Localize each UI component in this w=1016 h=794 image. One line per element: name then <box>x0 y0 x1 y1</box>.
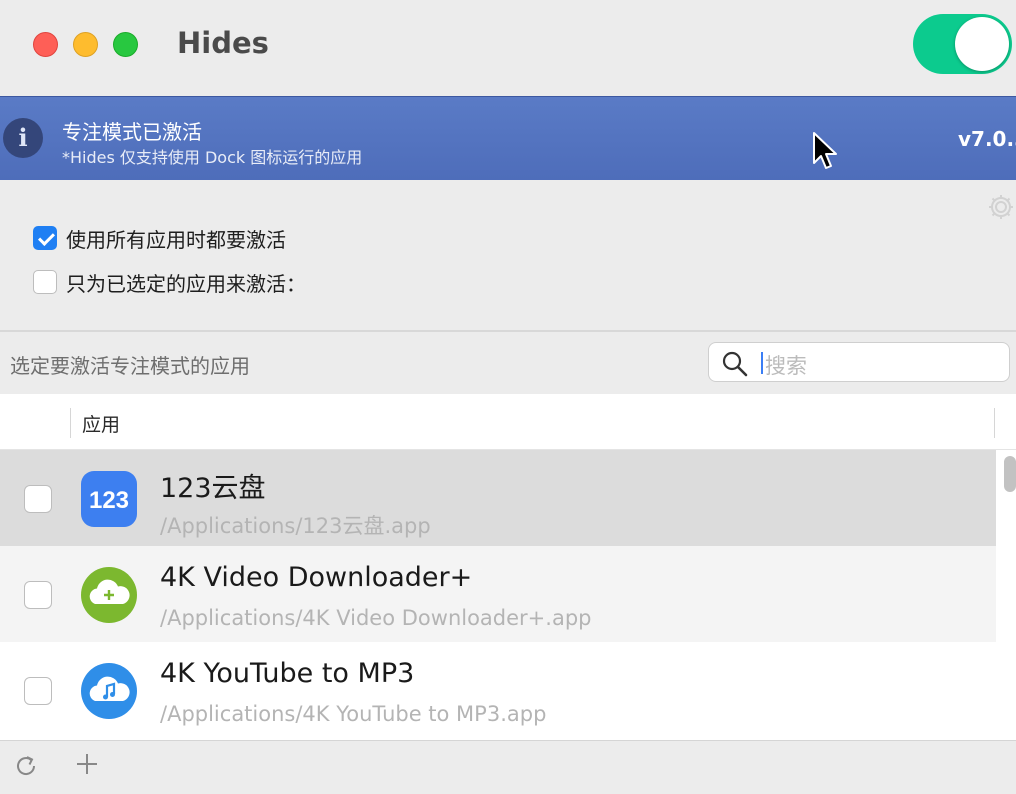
banner-subtitle: *Hides 仅支持使用 Dock 图标运行的应用 <box>62 148 363 167</box>
section-divider <box>0 330 1016 332</box>
title-bar: Hides <box>0 0 1016 96</box>
app-path: /Applications/4K Video Downloader+.app <box>160 606 592 630</box>
app-name: 4K YouTube to MP3 <box>160 658 415 689</box>
option-selected-apps-checkbox[interactable] <box>33 270 57 294</box>
status-banner: i 专注模式已激活 *Hides 仅支持使用 Dock 图标运行的应用 v7.0… <box>0 96 1016 180</box>
row-checkbox[interactable] <box>24 485 52 513</box>
option-selected-apps-label: 只为已选定的应用来激活： <box>66 271 306 296</box>
option-selected-apps[interactable]: 只为已选定的应用来激活： <box>33 269 306 296</box>
app-path: /Applications/123云盘.app <box>160 514 431 538</box>
option-all-apps-checkbox[interactable] <box>33 226 57 250</box>
app-name: 4K Video Downloader+ <box>160 562 473 593</box>
close-window-button[interactable] <box>33 32 58 57</box>
column-separator <box>70 408 71 438</box>
minimize-window-button[interactable] <box>73 32 98 57</box>
option-all-apps[interactable]: 使用所有应用时都要激活 <box>33 225 286 252</box>
4k-video-downloader-icon <box>81 567 137 623</box>
search-icon <box>722 351 748 377</box>
table-row[interactable]: 4K YouTube to MP3 /Applications/4K YouTu… <box>0 642 996 738</box>
info-icon: i <box>3 118 43 158</box>
version-label: v7.0.5 <box>958 127 1016 151</box>
search-input[interactable]: 搜索 <box>708 342 1010 382</box>
zoom-window-button[interactable] <box>113 32 138 57</box>
row-checkbox[interactable] <box>24 677 52 705</box>
gear-icon[interactable] <box>986 192 1016 222</box>
table-row[interactable]: 123 123云盘 /Applications/123云盘.app <box>0 450 996 546</box>
scrollbar-thumb[interactable] <box>1004 456 1016 492</box>
row-checkbox[interactable] <box>24 581 52 609</box>
footer-toolbar <box>0 740 1016 794</box>
app-section-label: 选定要激活专注模式的应用 <box>10 354 250 378</box>
toggle-knob[interactable] <box>955 17 1009 71</box>
option-all-apps-label: 使用所有应用时都要激活 <box>66 227 286 252</box>
column-separator <box>994 408 995 438</box>
search-placeholder: 搜索 <box>765 354 807 378</box>
column-header-app[interactable]: 应用 <box>82 410 120 437</box>
app-path: /Applications/4K YouTube to MP3.app <box>160 702 547 726</box>
app-name: 123云盘 <box>160 473 266 504</box>
svg-text:123: 123 <box>89 487 129 514</box>
text-caret <box>761 352 763 374</box>
app-title: Hides <box>177 26 269 60</box>
table-row[interactable]: 4K Video Downloader+ /Applications/4K Vi… <box>0 546 996 642</box>
4k-youtube-mp3-icon <box>81 663 137 719</box>
focus-mode-toggle[interactable] <box>913 14 1012 74</box>
plus-icon[interactable] <box>74 751 100 777</box>
banner-title: 专注模式已激活 <box>62 120 202 144</box>
app-table: 应用 123 123云盘 /Applications/123云盘.app 4K … <box>0 394 1016 740</box>
table-header: 应用 <box>0 394 1016 450</box>
refresh-icon[interactable] <box>13 753 39 779</box>
cloud-123-icon: 123 <box>81 471 137 527</box>
mouse-cursor-icon <box>813 132 837 169</box>
